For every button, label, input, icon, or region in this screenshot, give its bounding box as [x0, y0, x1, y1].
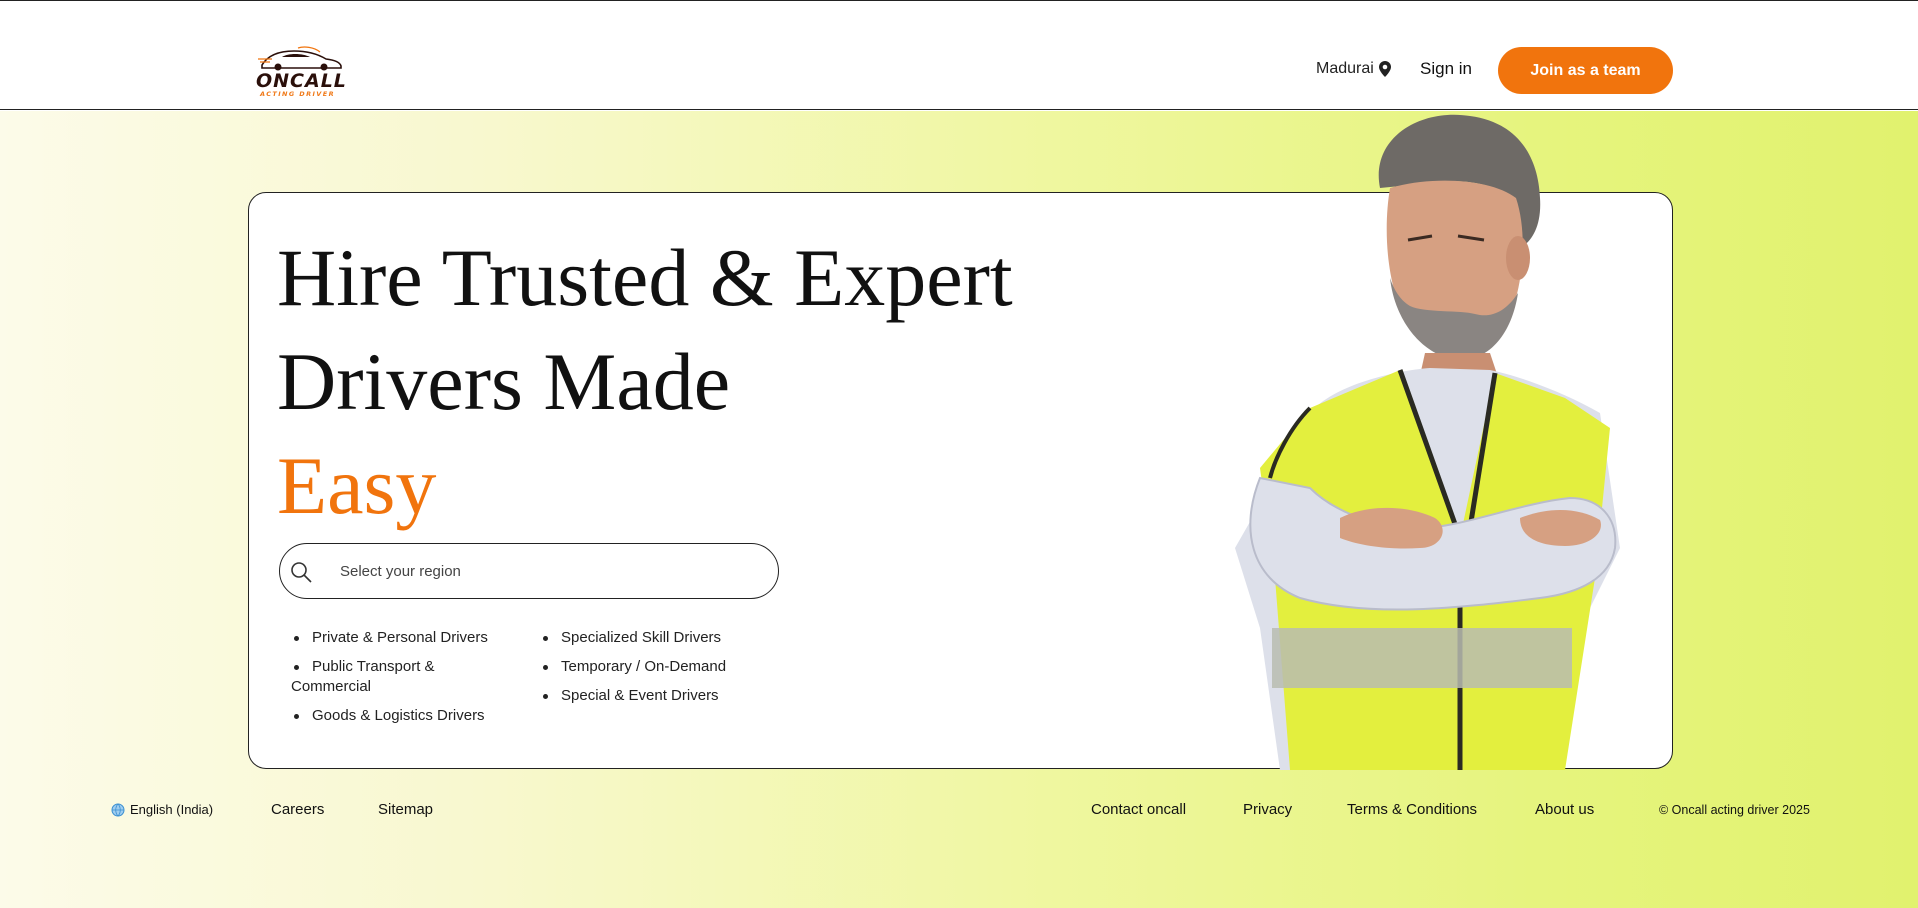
headline-line-1: Hire Trusted & Expert: [277, 232, 1013, 323]
footer-link-sitemap[interactable]: Sitemap: [378, 801, 433, 818]
category-item[interactable]: Goods & Logistics Drivers: [291, 706, 501, 726]
headline-line-2: Drivers Made: [277, 336, 731, 427]
site-header: ONCALL ACTING DRIVER Madurai Sign in Joi…: [0, 0, 1918, 110]
footer-link-careers[interactable]: Careers: [271, 801, 324, 818]
category-item[interactable]: Specialized Skill Drivers: [540, 628, 760, 648]
category-item[interactable]: Private & Personal Drivers: [291, 628, 501, 648]
category-item[interactable]: Special & Event Drivers: [540, 686, 760, 706]
location-label: Madurai: [1316, 60, 1374, 77]
footer-link-terms[interactable]: Terms & Conditions: [1347, 801, 1477, 818]
region-search-input[interactable]: [340, 558, 760, 584]
sign-in-link[interactable]: Sign in: [1420, 59, 1472, 79]
location-pin-icon: [1378, 61, 1391, 77]
driver-categories-col1: Private & Personal Drivers Public Transp…: [291, 628, 501, 735]
footer-link-contact[interactable]: Contact oncall: [1091, 801, 1186, 818]
footer-link-about[interactable]: About us: [1535, 801, 1594, 818]
search-icon: [291, 562, 312, 583]
hero-headline: Hire Trusted & Expert Drivers Made Easy: [277, 226, 1097, 538]
car-logo-icon: [258, 46, 342, 71]
oncall-logo[interactable]: ONCALL ACTING DRIVER: [254, 43, 347, 99]
logo-wordmark: ONCALL: [256, 70, 347, 92]
category-item[interactable]: Public Transport & Commercial: [291, 657, 501, 697]
location-selector[interactable]: Madurai: [1316, 60, 1391, 78]
copyright-text: © Oncall acting driver 2025: [1659, 803, 1810, 817]
join-as-team-button[interactable]: Join as a team: [1498, 47, 1673, 94]
language-label: English (India): [130, 802, 214, 817]
region-search[interactable]: [279, 543, 779, 599]
headline-accent: Easy: [277, 440, 437, 531]
category-item[interactable]: Temporary / On-Demand: [540, 657, 760, 677]
globe-icon: [111, 803, 125, 816]
driver-photo: [1235, 114, 1620, 770]
language-selector[interactable]: English (India): [111, 802, 213, 817]
logo-tagline: ACTING DRIVER: [260, 90, 335, 98]
footer-link-privacy[interactable]: Privacy: [1243, 801, 1292, 818]
driver-categories-col2: Specialized Skill Drivers Temporary / On…: [540, 628, 760, 715]
